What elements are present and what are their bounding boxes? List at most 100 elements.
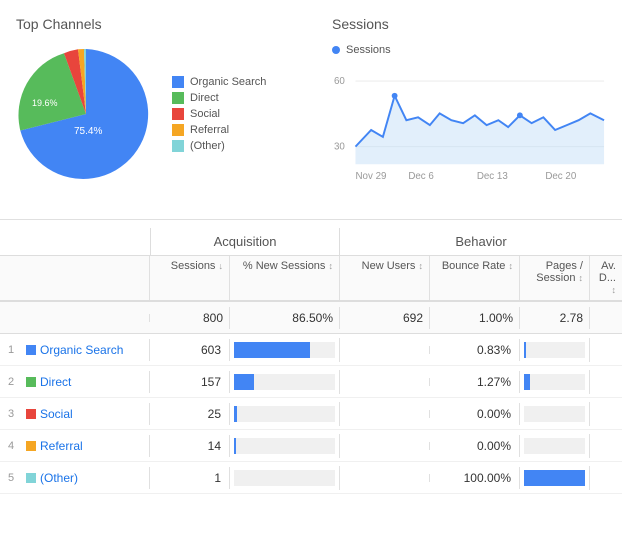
legend-label-direct: Direct <box>190 92 219 104</box>
row-channel: 3 Social <box>0 403 150 425</box>
legend-item-social: Social <box>172 108 266 120</box>
row-new-sessions-bar <box>230 466 340 490</box>
row-channel-link[interactable]: Referral <box>40 439 83 453</box>
row-bounce-rate: 1.27% <box>430 371 520 393</box>
sessions-col-header[interactable]: Sessions ↓ <box>150 256 230 300</box>
svg-text:30: 30 <box>334 142 345 153</box>
row-bounce-rate: 100.00% <box>430 467 520 489</box>
sessions-line-chart: 60 30 Nov 29 Dec 6 Dec 13 Dec 20 <box>332 60 606 200</box>
total-new-users: 692 <box>340 307 430 329</box>
legend-color-organic <box>172 76 184 88</box>
row-pages-bar <box>520 370 590 394</box>
row-channel: 4 Referral <box>0 435 150 457</box>
row-bounce-rate: 0.00% <box>430 435 520 457</box>
behavior-section-header: Behavior <box>340 228 622 255</box>
data-table-section: Acquisition Behavior Sessions ↓ % New Se… <box>0 220 622 502</box>
row-new-users <box>340 474 430 482</box>
row-color-swatch <box>26 409 36 419</box>
total-pages-session: 2.78 <box>520 307 590 329</box>
table-row: 3 Social 25 0.00% <box>0 398 622 430</box>
row-pages-bar <box>520 402 590 426</box>
row-channel-link[interactable]: Social <box>40 407 73 421</box>
row-num: 5 <box>8 472 22 484</box>
total-row: 800 86.50% 692 1.00% 2.78 <box>0 302 622 334</box>
sessions-dot <box>332 46 340 54</box>
svg-text:Nov 29: Nov 29 <box>355 171 386 182</box>
row-sessions: 603 <box>150 339 230 361</box>
row-channel-link[interactable]: Direct <box>40 375 71 389</box>
table-row: 1 Organic Search 603 0.83% <box>0 334 622 366</box>
legend-item-organic: Organic Search <box>172 76 266 88</box>
new-users-col-header[interactable]: New Users ↕ <box>340 256 430 300</box>
legend-color-referral <box>172 124 184 136</box>
col-headers-row: Sessions ↓ % New Sessions ↕ New Users ↕ … <box>0 256 622 302</box>
row-sessions: 1 <box>150 467 230 489</box>
svg-text:Dec 13: Dec 13 <box>477 171 508 182</box>
row-pages-bar <box>520 466 590 490</box>
row-color-swatch <box>26 441 36 451</box>
row-new-sessions-bar <box>230 434 340 458</box>
row-num: 1 <box>8 344 22 356</box>
table-row: 5 (Other) 1 100.00% <box>0 462 622 494</box>
table-row: 2 Direct 157 1.27% <box>0 366 622 398</box>
avg-duration-col-header[interactable]: Av. D... ↕ <box>590 256 622 300</box>
pages-session-col-header[interactable]: Pages / Session ↕ <box>520 256 590 300</box>
top-channels-title: Top Channels <box>16 16 316 32</box>
sessions-panel: Sessions Sessions 60 30 Nov 29 Dec 6 Dec… <box>332 16 606 203</box>
row-color-swatch <box>26 473 36 483</box>
legend-color-direct <box>172 92 184 104</box>
svg-text:Dec 6: Dec 6 <box>408 171 434 182</box>
row-new-users <box>340 442 430 450</box>
sessions-legend-label: Sessions <box>346 44 391 56</box>
row-new-sessions-bar <box>230 370 340 394</box>
row-pages-bar <box>520 338 590 362</box>
legend-item-direct: Direct <box>172 92 266 104</box>
legend-label-other: (Other) <box>190 140 225 152</box>
legend-item-other: (Other) <box>172 140 266 152</box>
total-new-sessions: 86.50% <box>230 307 340 329</box>
row-sessions: 157 <box>150 371 230 393</box>
row-num: 2 <box>8 376 22 388</box>
new-sessions-col-header[interactable]: % New Sessions ↕ <box>230 256 340 300</box>
row-channel: 1 Organic Search <box>0 339 150 361</box>
row-bounce-rate: 0.83% <box>430 339 520 361</box>
row-sessions: 25 <box>150 403 230 425</box>
row-bounce-rate: 0.00% <box>430 403 520 425</box>
legend-color-social <box>172 108 184 120</box>
row-channel-link[interactable]: Organic Search <box>40 343 123 357</box>
row-sessions: 14 <box>150 435 230 457</box>
row-new-users <box>340 346 430 354</box>
pie-outer-label: 19.6% <box>32 98 58 108</box>
row-new-sessions-bar <box>230 402 340 426</box>
row-color-swatch <box>26 345 36 355</box>
svg-text:60: 60 <box>334 76 345 87</box>
chart-legend: Organic Search Direct Social Referral (O… <box>172 76 266 152</box>
legend-color-other <box>172 140 184 152</box>
channel-col-spacer <box>0 228 150 255</box>
row-channel: 2 Direct <box>0 371 150 393</box>
bounce-rate-col-header[interactable]: Bounce Rate ↕ <box>430 256 520 300</box>
sessions-legend: Sessions <box>332 44 606 56</box>
total-sessions: 800 <box>150 307 230 329</box>
row-num: 4 <box>8 440 22 452</box>
row-new-users <box>340 378 430 386</box>
pie-inner-label: 75.4% <box>74 126 102 137</box>
total-bounce-rate: 1.00% <box>430 307 520 329</box>
sessions-title: Sessions <box>332 16 606 32</box>
legend-item-referral: Referral <box>172 124 266 136</box>
table-row: 4 Referral 14 0.00% <box>0 430 622 462</box>
pie-chart: 75.4% 19.6% <box>16 44 156 184</box>
top-channels-panel: Top Channels 75.4% 19.6% <box>16 16 316 203</box>
row-channel: 5 (Other) <box>0 467 150 489</box>
legend-label-social: Social <box>190 108 220 120</box>
row-new-users <box>340 410 430 418</box>
row-channel-link[interactable]: (Other) <box>40 471 78 485</box>
channel-col-header[interactable] <box>0 256 150 300</box>
row-pages-bar <box>520 434 590 458</box>
acquisition-section-header: Acquisition <box>150 228 340 255</box>
total-label <box>0 314 150 322</box>
legend-label-referral: Referral <box>190 124 229 136</box>
row-new-sessions-bar <box>230 338 340 362</box>
data-rows-container: 1 Organic Search 603 0.83% 2 Direct 157 <box>0 334 622 494</box>
row-color-swatch <box>26 377 36 387</box>
